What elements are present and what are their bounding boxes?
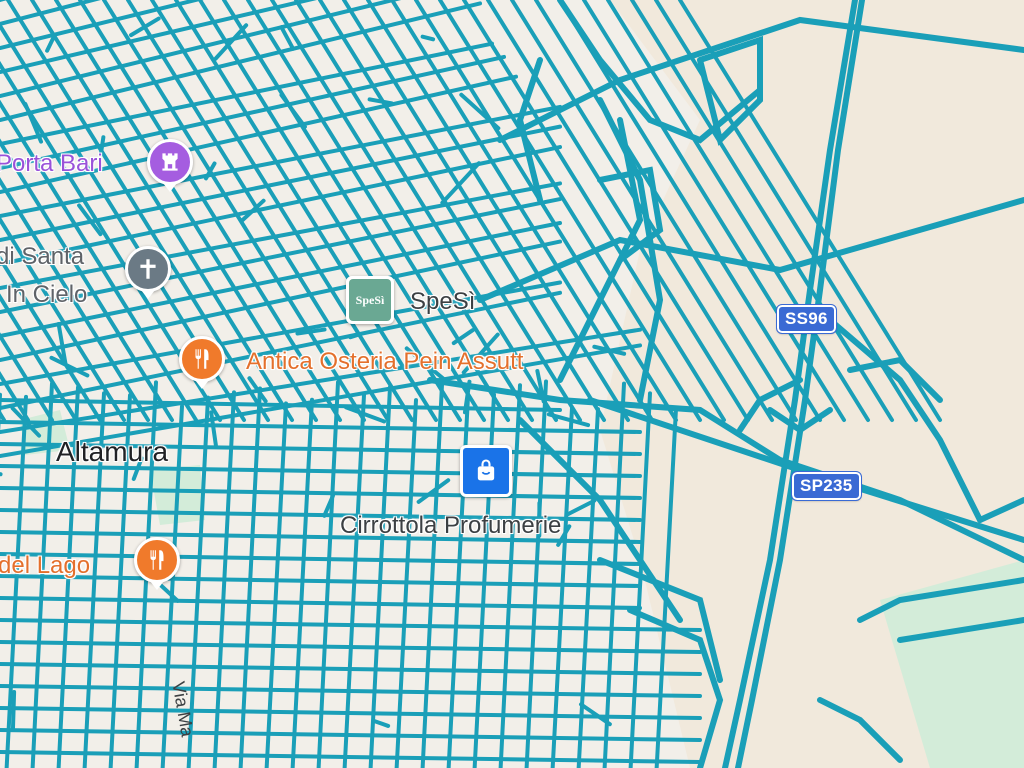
castle-icon [162,153,178,171]
poi-marker-osteria[interactable] [179,336,225,382]
poi-marker-porta-bari[interactable] [147,139,193,185]
poi-marker-church[interactable] [125,246,171,292]
place-label-church-line1[interactable]: di Santa [0,243,84,271]
fork-knife-icon [195,349,209,369]
poi-marker-del-lago[interactable] [134,537,180,583]
street-segment [10,690,17,732]
city-label-altamura[interactable]: Altamura [56,436,168,468]
fork-knife-icon [150,550,164,570]
place-label-church-line2[interactable]: In Cielo [6,281,87,309]
road-shield-ss96[interactable]: SS96 [776,304,837,334]
place-label-del-lago[interactable]: del Lago [0,552,90,580]
place-label-spesi[interactable]: SpeSì [410,288,475,316]
place-label-porta-bari[interactable]: Porta Bari [0,150,103,178]
road-shield-sp235[interactable]: SP235 [791,471,862,501]
street-segment [420,34,436,42]
poi-marker-spesi[interactable]: SpeSì [346,276,394,324]
shopping-bag-icon [477,459,495,481]
map-base-layer [0,0,1024,768]
place-label-osteria[interactable]: Antica Osteria Pein Assutt [246,348,523,376]
place-label-profumerie[interactable]: Cirrottola Profumerie [340,512,561,540]
cross-icon [140,259,156,279]
store-logo-icon: SpeSì [349,279,391,321]
poi-marker-profumerie[interactable] [460,445,512,497]
map-canvas[interactable]: Porta Bari di Santa In Cielo SpeSì SpeSì… [0,0,1024,768]
